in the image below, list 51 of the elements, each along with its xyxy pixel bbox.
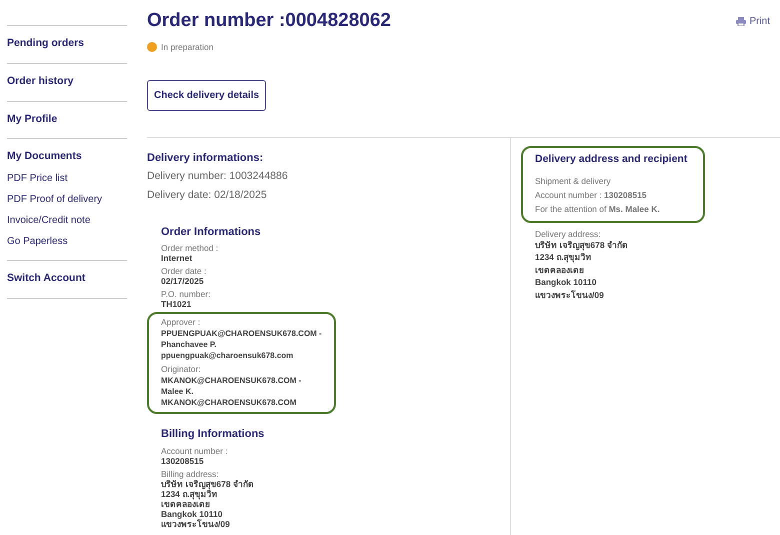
sidebar-link[interactable]: Pending orders	[7, 36, 84, 52]
field-value: 02/17/2025	[161, 276, 205, 286]
field-label: Order method :	[161, 243, 220, 254]
sidebar-link[interactable]: My Documents	[7, 149, 82, 165]
status-text: In preparation	[161, 42, 214, 52]
document-link[interactable]: PDF Proof of delivery	[7, 192, 102, 207]
field-value: 1234 ถ.สุขุมวิท	[535, 251, 593, 264]
sidebar-link[interactable]: Order history	[7, 74, 74, 90]
print-link[interactable]: Print	[736, 14, 770, 29]
field-value: Phanchavee P.	[161, 339, 218, 350]
field-value: Bangkok 10110	[535, 276, 598, 289]
section-title: Delivery informations:	[147, 150, 264, 166]
field-label: Approver :	[161, 317, 202, 328]
printer-icon	[736, 17, 746, 26]
field-value: TH1021	[161, 299, 192, 310]
field-value: เขตคลองเตย	[535, 264, 585, 276]
field-value: MKANOK@CHAROENSUK678.COM -	[161, 375, 302, 386]
field-label: Billing address:	[161, 468, 220, 479]
field-value: แขวงพระโขนง/09	[161, 518, 231, 529]
document-link[interactable]: PDF Price list	[7, 171, 68, 186]
field-value: 1234 ถ.สุขุมวิท	[161, 488, 218, 499]
delivery-text: Delivery date: 02/18/2025	[147, 188, 268, 204]
field-value: ppuengpuak@charoensuk678.com	[161, 350, 294, 362]
field-label: Order date :	[161, 266, 208, 276]
sidebar-link[interactable]: My Profile	[7, 112, 58, 128]
field-value: PPUENGPUAK@CHAROENSUK678.COM -	[161, 328, 322, 340]
delivery-text: Delivery number: 1003244886	[147, 169, 289, 184]
check-delivery-button[interactable]: Check delivery details	[147, 80, 266, 111]
field-value: Malee K.	[161, 386, 194, 398]
section-title: Order Informations	[161, 224, 262, 240]
section-title: Billing Informations	[161, 427, 266, 442]
field-value: บริษัท เจริญสุข678 จำกัด	[535, 239, 629, 252]
field-value: Internet	[161, 253, 194, 264]
field-value: 130208515	[161, 456, 205, 466]
recipient-text: Shipment & delivery	[535, 176, 612, 187]
document-link[interactable]: Invoice/Credit note	[7, 213, 90, 228]
document-link[interactable]: Go Paperless	[7, 234, 68, 249]
order-title: Order number :0004828062	[147, 10, 391, 33]
field-value: Bangkok 10110	[161, 508, 224, 519]
field-label: Originator:	[161, 364, 202, 376]
field-value: MKANOK@CHAROENSUK678.COM	[161, 397, 298, 408]
field-value: แขวงพระโขนง/09	[535, 288, 605, 302]
field-label: Account number :	[161, 446, 229, 456]
field-label: Delivery address:	[535, 228, 602, 239]
field-value: บริษัท เจริญสุข678 จำกัด	[161, 478, 255, 489]
section-title: Delivery address and recipient	[535, 152, 688, 167]
field-value: เขตคลองเตย	[161, 498, 210, 509]
field-label: P.O. number:	[161, 289, 212, 300]
sidebar-link[interactable]: Switch Account	[7, 271, 86, 287]
recipient-text: Account number : 130208515	[535, 190, 648, 201]
recipient-text: For the attention of Ms. Malee K.	[535, 204, 661, 215]
